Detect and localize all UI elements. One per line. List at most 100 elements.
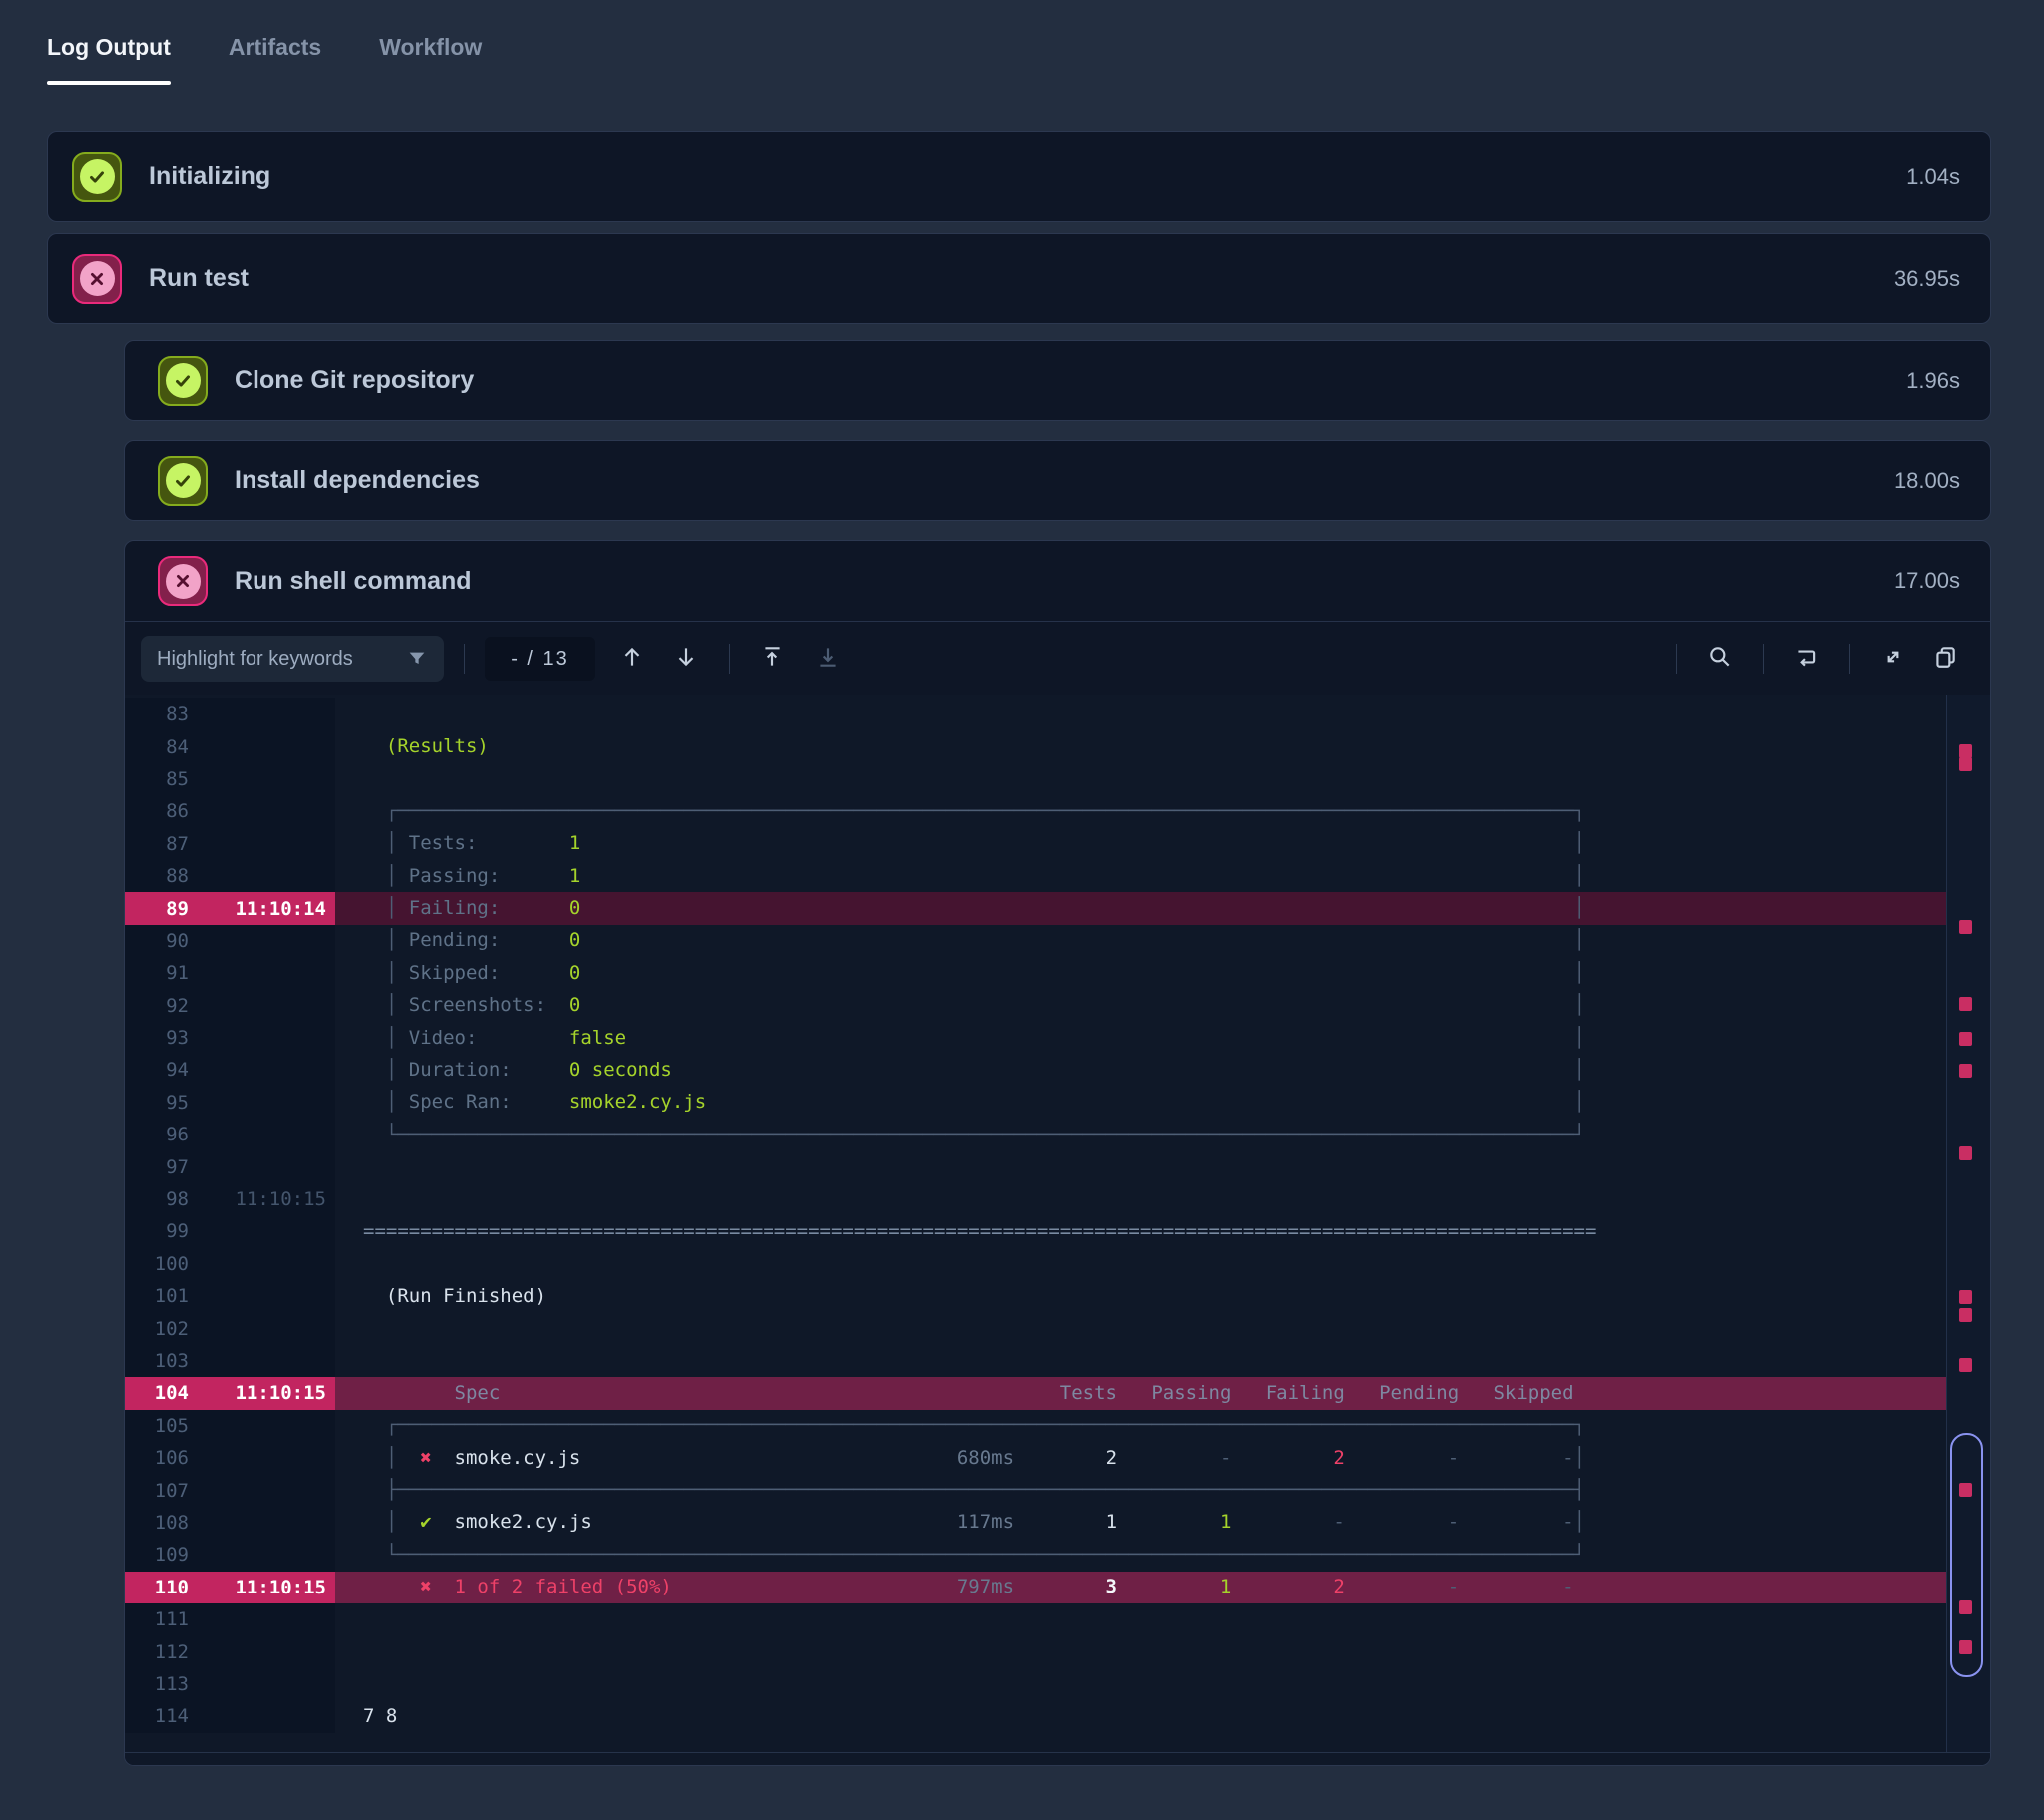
status-dot (166, 564, 201, 599)
horizontal-scrollbar-track[interactable] (125, 1752, 1990, 1765)
log-line-106: 106 │ ✖ smoke.cy.js 680ms 2 - 2 - -│ (125, 1442, 1947, 1474)
status-success-icon (158, 356, 208, 406)
next-match-button[interactable] (663, 636, 709, 682)
line-timestamp: 11:10:15 (189, 1577, 335, 1598)
wrap-lines-button[interactable] (1784, 636, 1829, 682)
match-marker[interactable] (1959, 997, 1972, 1011)
line-number[interactable]: 85 (125, 768, 189, 790)
log-line-gutter: 86 (125, 795, 335, 827)
match-marker[interactable] (1959, 1308, 1972, 1322)
line-number[interactable]: 112 (125, 1641, 189, 1663)
tab-artifacts[interactable]: Artifacts (229, 34, 321, 85)
line-number[interactable]: 95 (125, 1092, 189, 1114)
fullscreen-button[interactable] (1870, 636, 1916, 682)
line-content (335, 1345, 1947, 1377)
step-label: Run shell command (235, 567, 472, 596)
line-number[interactable]: 108 (125, 1512, 189, 1534)
line-content: │ ✔ smoke2.cy.js 117ms 1 1 - - -│ (335, 1507, 1947, 1539)
line-number[interactable]: 109 (125, 1544, 189, 1566)
line-number[interactable]: 113 (125, 1673, 189, 1695)
line-number[interactable]: 111 (125, 1608, 189, 1630)
line-number[interactable]: 104 (125, 1382, 189, 1404)
line-number[interactable]: 96 (125, 1124, 189, 1145)
log-line-gutter: 85 (125, 763, 335, 795)
highlight-keywords-input[interactable]: Highlight for keywords (141, 636, 444, 682)
line-number[interactable]: 105 (125, 1415, 189, 1437)
copy-log-button[interactable] (1922, 636, 1968, 682)
line-content (335, 698, 1947, 730)
line-number[interactable]: 114 (125, 1705, 189, 1727)
step-initializing[interactable]: Initializing1.04s (47, 131, 1991, 222)
toolbar-divider (729, 644, 730, 674)
match-marker[interactable] (1959, 1032, 1972, 1046)
line-number[interactable]: 93 (125, 1027, 189, 1049)
tab-workflow[interactable]: Workflow (379, 34, 482, 85)
match-marker[interactable] (1959, 1290, 1972, 1304)
line-number[interactable]: 99 (125, 1220, 189, 1242)
match-marker[interactable] (1959, 1146, 1972, 1160)
line-number[interactable]: 90 (125, 930, 189, 952)
step-duration: 18.00s (1894, 468, 1960, 494)
line-content: ├───────────────────────────────────────… (335, 1474, 1947, 1506)
line-content: │ Skipped: 0 │ (335, 957, 1947, 989)
line-number[interactable]: 103 (125, 1350, 189, 1372)
step-clone-git-repository[interactable]: Clone Git repository1.96s (124, 340, 1991, 421)
minimap-scrollbar[interactable] (1946, 695, 1990, 1752)
line-number[interactable]: 100 (125, 1253, 189, 1275)
log-line-gutter: 111 (125, 1603, 335, 1635)
line-content: │ Failing: 0 │ (335, 892, 1947, 924)
line-content (335, 1603, 1947, 1635)
line-number[interactable]: 86 (125, 800, 189, 822)
log-line-gutter: 94 (125, 1054, 335, 1086)
line-number[interactable]: 101 (125, 1285, 189, 1307)
step-label: Install dependencies (235, 466, 480, 495)
log-line-gutter: 9811:10:15 (125, 1183, 335, 1215)
step-label: Run test (149, 264, 249, 293)
match-marker[interactable] (1959, 1064, 1972, 1078)
line-content: ┌───────────────────────────────────────… (335, 1410, 1947, 1442)
match-marker[interactable] (1959, 1358, 1972, 1372)
line-content: └───────────────────────────────────────… (335, 1119, 1947, 1150)
log-line-gutter: 90 (125, 925, 335, 957)
log-line-gutter: 109 (125, 1539, 335, 1571)
line-content: ┌───────────────────────────────────────… (335, 795, 1947, 827)
line-number[interactable]: 84 (125, 736, 189, 758)
match-marker[interactable] (1959, 757, 1972, 771)
ci-log-page: Log Output Artifacts Workflow Initializing… (0, 0, 2044, 1820)
line-number[interactable]: 98 (125, 1188, 189, 1210)
toolbar-divider (1849, 644, 1850, 674)
line-number[interactable]: 91 (125, 962, 189, 984)
scrollbar-thumb[interactable] (1950, 1433, 1983, 1677)
line-number[interactable]: 92 (125, 995, 189, 1017)
scroll-to-bottom-button[interactable] (805, 636, 851, 682)
toolbar-divider (1763, 644, 1764, 674)
line-number[interactable]: 102 (125, 1318, 189, 1340)
search-icon (1707, 644, 1733, 675)
log-line-gutter: 97 (125, 1150, 335, 1182)
match-marker[interactable] (1959, 920, 1972, 934)
line-number[interactable]: 110 (125, 1577, 189, 1598)
line-number[interactable]: 83 (125, 703, 189, 725)
line-number[interactable]: 87 (125, 833, 189, 855)
line-number[interactable]: 97 (125, 1156, 189, 1178)
match-marker[interactable] (1959, 744, 1972, 758)
step-run-shell-command[interactable]: Run shell command17.00s (125, 541, 1990, 622)
tab-log-output[interactable]: Log Output (47, 34, 171, 85)
status-failed-icon (158, 556, 208, 606)
line-number[interactable]: 107 (125, 1480, 189, 1502)
line-number[interactable]: 106 (125, 1447, 189, 1469)
previous-match-button[interactable] (609, 636, 655, 682)
line-number[interactable]: 88 (125, 865, 189, 887)
line-number[interactable]: 94 (125, 1059, 189, 1081)
line-number[interactable]: 89 (125, 898, 189, 920)
log-line-94: 94 │ Duration: 0 seconds │ (125, 1054, 1947, 1086)
step-run-test[interactable]: Run test36.95s (47, 233, 1991, 324)
line-content: (Results) (335, 730, 1947, 762)
search-button[interactable] (1697, 636, 1743, 682)
scroll-to-top-button[interactable] (750, 636, 795, 682)
line-content (335, 1150, 1947, 1182)
log-line-114: 1147 8 (125, 1700, 1947, 1732)
step-install-dependencies[interactable]: Install dependencies 18.00s (124, 440, 1991, 521)
line-content (335, 1668, 1947, 1700)
log-line-gutter: 88 (125, 860, 335, 892)
